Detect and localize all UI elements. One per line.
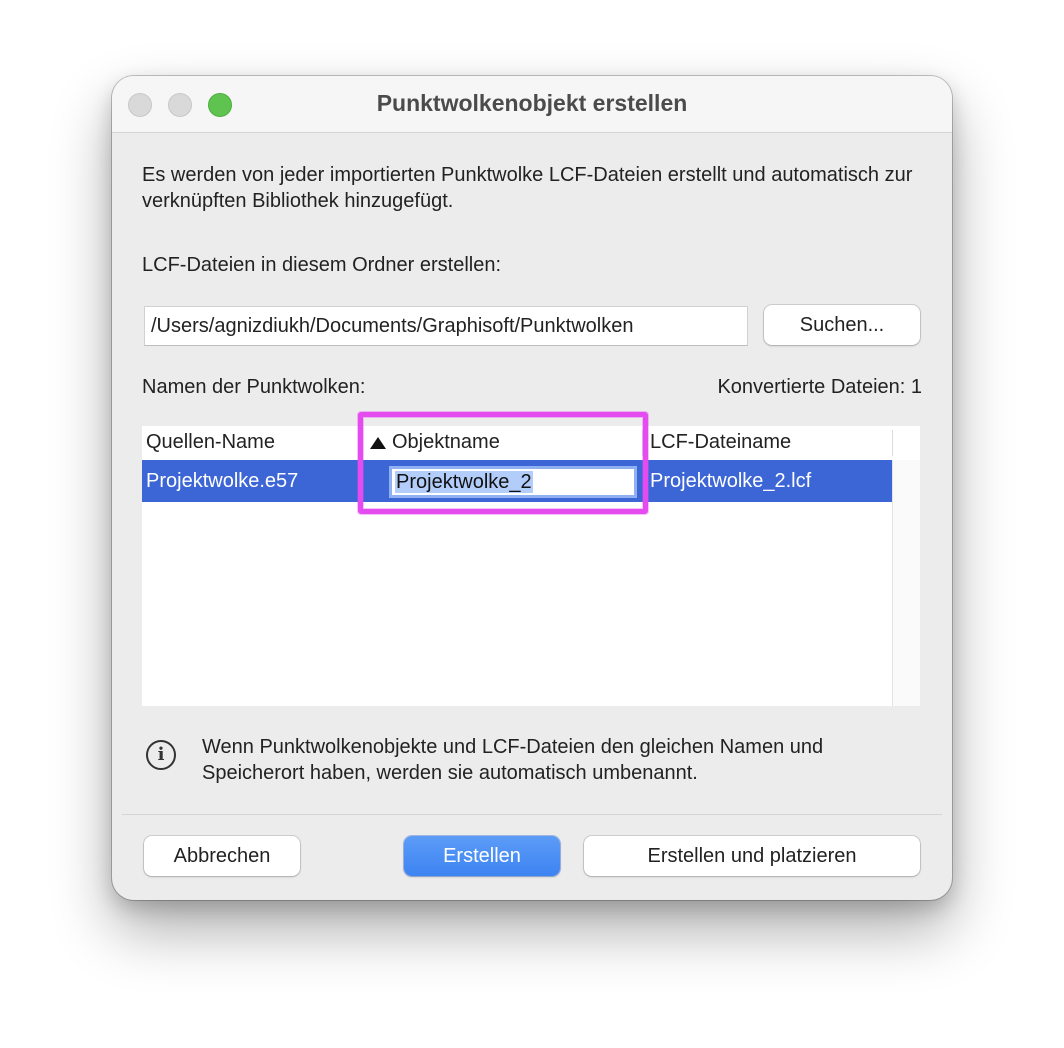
column-header-object-name-label: Objektname [392,431,500,453]
converted-files-count: Konvertierte Dateien: 1 [717,376,922,398]
description-text: Es werden von jeder importierten Punktwo… [142,164,913,212]
browse-button[interactable]: Suchen... [764,305,920,345]
table-scrollbar-track[interactable] [892,460,920,706]
point-cloud-table: Quellen-Name Objektname LCF-Dateiname Pr… [142,426,920,706]
cell-lcf-name: Projektwolke_2.lcf [650,470,812,492]
folder-label: LCF-Dateien in diesem Ordner erstellen: [142,254,502,276]
column-header-source[interactable]: Quellen-Name [146,426,356,458]
info-icon: i [146,740,176,770]
column-separator[interactable] [362,430,363,456]
column-separator[interactable] [892,430,893,456]
info-text: Wenn Punktwolkenobjekte und LCF-Dateien … [202,736,824,784]
dialog-window: Punktwolkenobjekt erstellen Es werden vo… [112,76,952,900]
divider [122,814,942,815]
cell-source-name: Projektwolke.e57 [146,470,299,492]
object-name-edit-field[interactable]: Projektwolke_2 [392,469,634,495]
column-header-object-name[interactable]: Objektname [370,426,642,458]
object-name-selected-text: Projektwolke_2 [395,471,533,493]
window-title: Punktwolkenobjekt erstellen [376,90,688,116]
column-header-lcf-name[interactable]: LCF-Dateiname [650,426,890,458]
cancel-button[interactable]: Abbrechen [144,836,300,876]
folder-path-field[interactable]: /Users/agnizdiukh/Documents/Graphisoft/P… [144,306,748,346]
column-separator[interactable] [642,430,643,456]
create-and-place-button[interactable]: Erstellen und platzieren [584,836,920,876]
create-button[interactable]: Erstellen [404,836,560,876]
title-bar: Punktwolkenobjekt erstellen [112,76,952,133]
point-cloud-names-label: Namen der Punktwolken: [142,376,366,398]
sort-ascending-icon [370,437,386,449]
table-row[interactable]: Projektwolke.e57 Projektwolke_2 Projektw… [142,460,892,502]
